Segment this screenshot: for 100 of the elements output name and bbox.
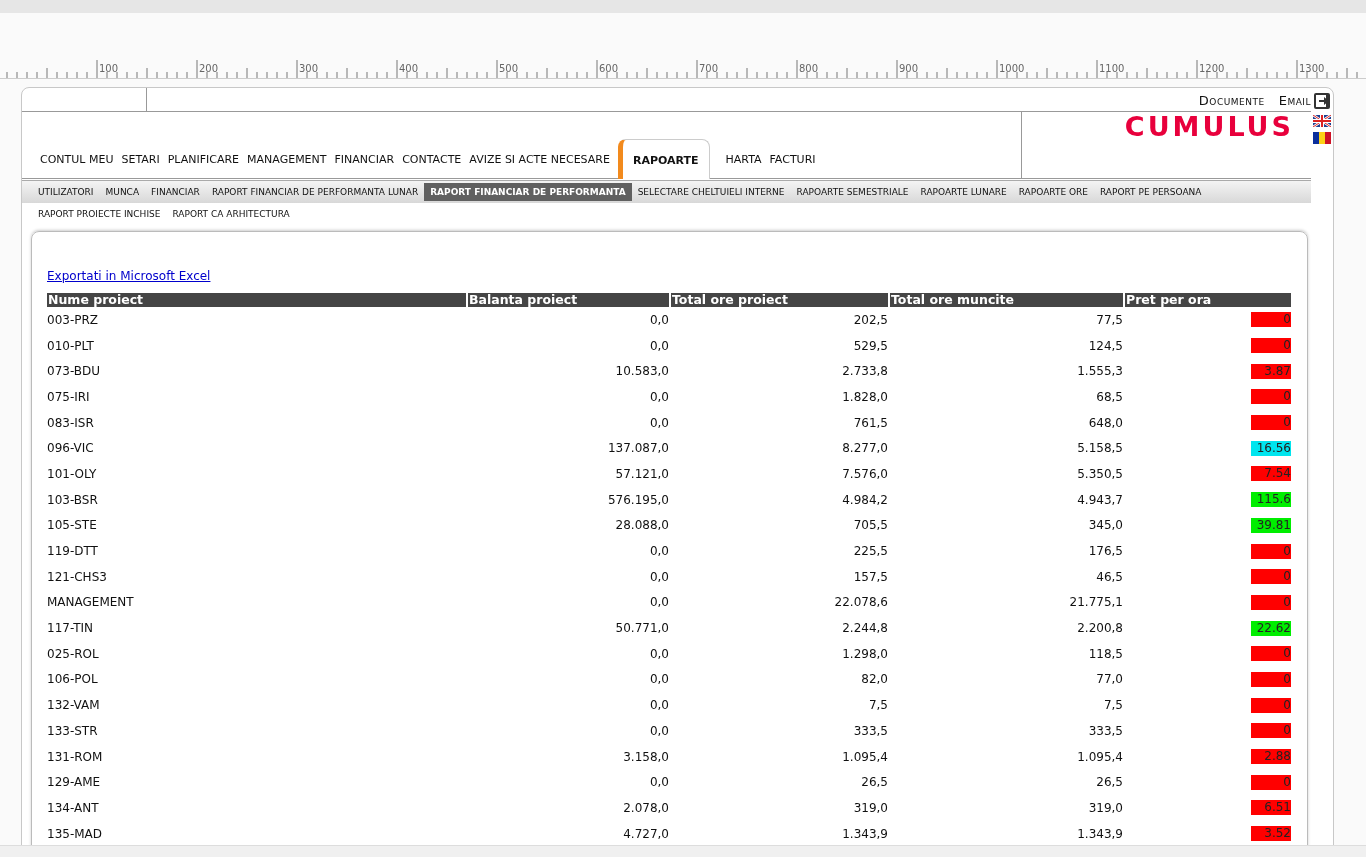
price-badge: 115.6 [1251, 492, 1291, 508]
table-cell: 10.583,0 [615, 364, 669, 379]
price-badge: 6.51 [1251, 800, 1291, 816]
table-cell: 083-ISR [47, 415, 94, 430]
uk-flag-icon[interactable] [1313, 115, 1331, 127]
price-badge: 7.54 [1251, 466, 1291, 482]
table-cell: 1.095,4 [842, 749, 888, 764]
subnav-tab[interactable]: SELECTARE CHELTUIELI INTERNE [631, 183, 791, 201]
table-cell: 7.576,0 [842, 466, 888, 481]
subnav-tab[interactable]: RAPORT PROIECTE INCHISE [32, 205, 167, 223]
table-cell: 2.200,8 [1077, 621, 1123, 636]
table-cell: 26,5 [1096, 775, 1123, 790]
table-cell: 319,0 [853, 800, 888, 815]
price-badge: 3.52 [1251, 826, 1291, 842]
table-cell: 101-OLY [47, 466, 97, 481]
nav-tab[interactable]: CONTACTE [398, 153, 466, 178]
table-cell: 117-TIN [47, 621, 93, 636]
table-cell: 129-AME [47, 775, 101, 790]
table-cell: 137.087,0 [607, 441, 669, 456]
nav-tab[interactable]: AVIZE SI ACTE NECESARE [465, 153, 614, 178]
table-cell: 010-PLT [47, 338, 94, 353]
table-cell: 648,0 [1088, 415, 1123, 430]
table-cell: 025-ROL [47, 646, 99, 661]
romania-flag-icon[interactable] [1313, 132, 1331, 144]
table-cell: 0,0 [649, 415, 669, 430]
table-cell: MANAGEMENT [47, 595, 134, 610]
table-cell: 82,0 [861, 672, 888, 687]
table-cell: 2.244,8 [842, 621, 888, 636]
subnav-tab[interactable]: RAPORT PE PERSOANA [1093, 183, 1208, 201]
price-badge: 0 [1251, 389, 1291, 405]
header-link[interactable]: Documente [1198, 93, 1265, 108]
table-cell: 075-IRI [47, 389, 90, 404]
table-cell: 1.828,0 [842, 389, 888, 404]
table-cell: 21.775,1 [1069, 595, 1123, 610]
table-cell: 529,5 [853, 338, 888, 353]
subnav-tab[interactable]: RAPOARTE LUNARE [914, 183, 1013, 201]
price-badge: 0 [1251, 415, 1291, 431]
table-cell: 22.078,6 [834, 595, 888, 610]
table-cell: 0,0 [649, 775, 669, 790]
table-cell: 77,0 [1096, 672, 1123, 687]
table-cell: 121-CHS3 [47, 569, 107, 584]
nav-tab[interactable]: CONTUL MEU [36, 153, 118, 178]
subnav-tab[interactable]: RAPORT FINANCIAR DE PERFORMANTA [424, 183, 632, 201]
table-cell: 118,5 [1088, 646, 1123, 661]
price-badge: 0 [1251, 774, 1291, 790]
price-badge: 0 [1251, 671, 1291, 687]
logo: CUMULUS [1124, 112, 1294, 142]
export-link[interactable]: Exportati in Microsoft Excel [47, 269, 211, 283]
table-cell: 0,0 [649, 698, 669, 713]
table-cell: 132-VAM [47, 698, 100, 713]
table-cell: 1.343,9 [842, 826, 888, 841]
table-cell: 0,0 [649, 595, 669, 610]
table-cell: 1.095,4 [1077, 749, 1123, 764]
price-badge: 0 [1251, 338, 1291, 354]
table-cell: 705,5 [853, 518, 888, 533]
table-cell: 0,0 [649, 569, 669, 584]
logout-icon[interactable] [1313, 92, 1331, 110]
table-cell: 333,5 [853, 723, 888, 738]
subnav-tab[interactable]: FINANCIAR [145, 183, 206, 201]
table-cell: 202,5 [853, 312, 888, 327]
subnav-tab[interactable]: RAPOARTE ORE [1012, 183, 1094, 201]
nav-tab[interactable]: FINANCIAR [330, 153, 399, 178]
price-badge: 0 [1251, 543, 1291, 559]
table-cell: 157,5 [853, 569, 888, 584]
table-cell: 8.277,0 [842, 441, 888, 456]
subnav-tab[interactable]: RAPORT FINANCIAR DE PERFORMANTA LUNAR [205, 183, 425, 201]
price-badge: 3.87 [1251, 363, 1291, 379]
table-cell: 68,5 [1096, 389, 1123, 404]
table-cell: 133-STR [47, 723, 98, 738]
table-cell: 319,0 [1088, 800, 1123, 815]
price-badge: 0 [1251, 312, 1291, 328]
subnav-tab[interactable]: MUNCA [99, 183, 146, 201]
table-cell: 0,0 [649, 338, 669, 353]
table-cell: 003-PRZ [47, 312, 99, 327]
subnav-tab[interactable]: RAPOARTE SEMESTRIALE [790, 183, 915, 201]
subnav-tab[interactable]: UTILIZATORI [32, 183, 100, 201]
table-cell: 4.943,7 [1077, 492, 1123, 507]
nav-tab[interactable]: SETARI [117, 153, 164, 178]
price-badge: 2.88 [1251, 749, 1291, 765]
table-cell: 7,5 [1103, 698, 1123, 713]
column-header: Balanta proiect [468, 293, 669, 307]
table-cell: 106-POL [47, 672, 98, 687]
table-cell: 28.088,0 [615, 518, 669, 533]
price-badge: 22.62 [1251, 620, 1291, 636]
nav-tab[interactable]: HARTA [721, 153, 766, 178]
nav-tab[interactable]: RAPOARTE [617, 139, 710, 179]
table-cell: 761,5 [853, 415, 888, 430]
column-header: Pret per ora [1125, 293, 1291, 307]
nav-tab[interactable]: FACTURI [765, 153, 820, 178]
table-cell: 0,0 [649, 389, 669, 404]
table-cell: 5.350,5 [1077, 466, 1123, 481]
table-cell: 50.771,0 [615, 621, 669, 636]
table-cell: 4.984,2 [842, 492, 888, 507]
nav-tab[interactable]: PLANIFICARE [163, 153, 244, 178]
subnav-tab[interactable]: RAPORT CA ARHITECTURA [166, 205, 296, 223]
ruler: 100 200 300 400 500 600 700 800 900 1000 1100 1200 1300 [0, 60, 1366, 79]
nav-tab[interactable]: MANAGEMENT [243, 153, 331, 178]
price-badge: 0 [1251, 569, 1291, 585]
header-link[interactable]: Email [1278, 93, 1311, 108]
table-cell: 0,0 [649, 312, 669, 327]
